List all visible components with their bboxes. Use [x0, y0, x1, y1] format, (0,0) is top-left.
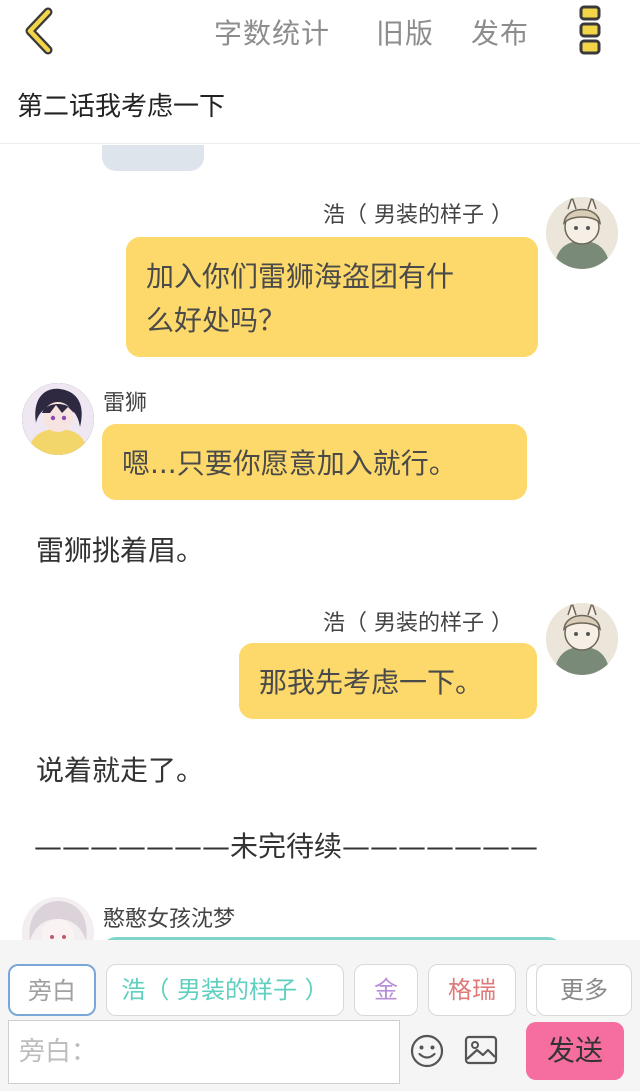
- role-chip-partial[interactable]: [526, 964, 536, 1016]
- smiley-icon[interactable]: [410, 1034, 444, 1068]
- chapter-title[interactable]: 第二话我考虑一下: [17, 86, 225, 123]
- message-bubble[interactable]: 那我先考虑一下。: [239, 643, 537, 719]
- message-line: 加入你们雷狮海盗团有什: [146, 260, 455, 293]
- avatar-image-icon: [22, 383, 94, 455]
- message-bubble[interactable]: 加入你们雷狮海盗团有什 么好处吗？: [126, 237, 538, 357]
- word-count-button[interactable]: 字数统计: [214, 12, 330, 52]
- input-bar: 发送: [0, 1018, 640, 1091]
- message-input[interactable]: [9, 1021, 399, 1083]
- to-be-continued-divider[interactable]: ———————未完待续———————: [34, 825, 538, 865]
- speaker-name: 浩（ 男装的样子 ）: [323, 611, 513, 636]
- speaker-name: 雷狮: [103, 391, 148, 416]
- old-version-button[interactable]: 旧版: [376, 12, 434, 52]
- narration-text[interactable]: 说着就走了。: [36, 749, 204, 789]
- message-input-container: [8, 1020, 400, 1084]
- role-selector-bar: 旁白 浩（ 男装的样子 ） 金 格瑞 更多: [0, 940, 640, 1018]
- speaker-name: 憨憨女孩沈梦: [103, 907, 236, 932]
- role-chip-hao[interactable]: 浩（ 男装的样子 ）: [106, 964, 344, 1016]
- avatar[interactable]: [22, 383, 94, 455]
- top-bar: 字数统计 旧版 发布: [0, 0, 640, 64]
- message-line: 么好处吗？: [146, 304, 287, 337]
- narration-text[interactable]: 雷狮挑着眉。: [36, 529, 204, 569]
- avatar-image-icon: [22, 897, 94, 940]
- chapter-title-bar: 第二话我考虑一下: [0, 64, 640, 144]
- message-line: 那我先考虑一下。: [259, 666, 484, 699]
- role-chip-narrator[interactable]: 旁白: [8, 964, 96, 1016]
- speaker-name: 浩（ 男装的样子 ）: [323, 203, 513, 228]
- app: 字数统计 旧版 发布 第二话我考虑一下 （ ） 浩（ 男装的样子 ）: [0, 0, 640, 1091]
- role-chip-jin[interactable]: 金: [354, 964, 418, 1016]
- message-line: 嗯...只要你愿意加入就行。: [122, 447, 457, 480]
- vertical-dots-icon[interactable]: [576, 4, 604, 56]
- avatar[interactable]: [22, 897, 94, 940]
- message-bubble-partial[interactable]: （ ）: [102, 145, 204, 171]
- avatar[interactable]: [546, 197, 618, 269]
- image-icon[interactable]: [464, 1034, 498, 1066]
- chevron-left-icon[interactable]: [18, 6, 62, 56]
- avatar-image-icon: [546, 197, 618, 269]
- chat-area[interactable]: （ ） 浩（ 男装的样子 ） 加入你们雷狮海盗团有什 么好处吗？: [0, 145, 640, 940]
- send-button[interactable]: 发送: [526, 1022, 624, 1080]
- publish-button[interactable]: 发布: [471, 12, 529, 52]
- role-chip-grey[interactable]: 格瑞: [428, 964, 516, 1016]
- avatar-image-icon: [546, 603, 618, 675]
- more-roles-button[interactable]: 更多: [536, 964, 632, 1016]
- avatar[interactable]: [546, 603, 618, 675]
- message-bubble[interactable]: 嗯...只要你愿意加入就行。: [102, 424, 527, 500]
